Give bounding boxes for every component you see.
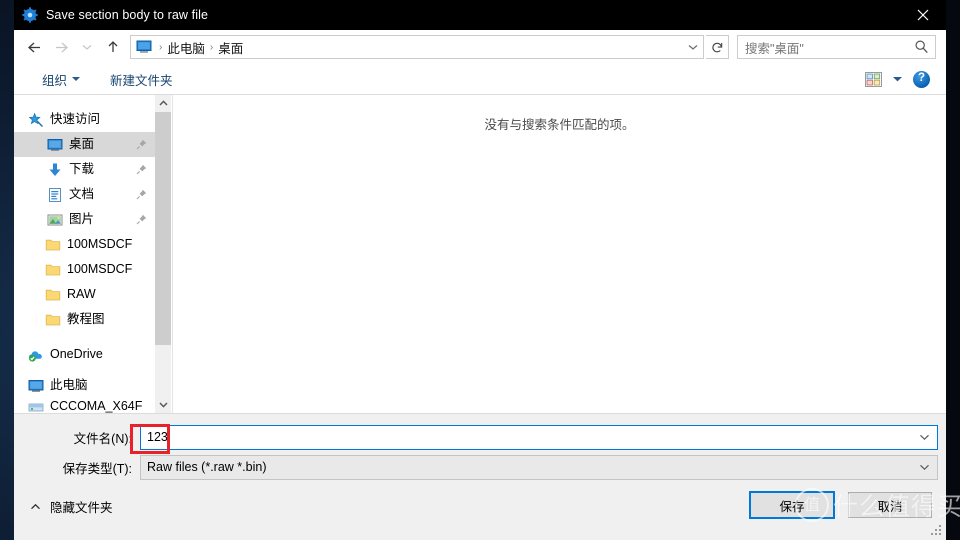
sidebar-item-folder-tutorial[interactable]: 教程图 xyxy=(14,307,155,332)
breadcrumb-item-thispc[interactable]: 此电脑 xyxy=(167,38,205,57)
sidebar-item-documents[interactable]: 文档 xyxy=(14,182,155,207)
filename-label: 文件名(N): xyxy=(73,431,132,446)
dialog-body: 快速访问 桌面 下载 文档 图片 100MSDCF 100MSDCF RAW 教… xyxy=(14,95,946,413)
save-file-dialog: Save section body to raw file › 此电脑 › 桌面… xyxy=(14,0,946,540)
sidebar-item-label: RAW xyxy=(67,287,96,302)
download-icon xyxy=(47,162,63,178)
savetype-select[interactable]: Raw files (*.raw *.bin) xyxy=(140,454,938,480)
chevron-down-icon xyxy=(72,77,81,81)
pin-icon xyxy=(136,139,147,150)
sidebar-item-downloads[interactable]: 下载 xyxy=(14,157,155,182)
sidebar-item-label: 文档 xyxy=(69,187,95,202)
sidebar-item-pictures[interactable]: 图片 xyxy=(14,207,155,232)
toolbar: 组织 新建文件夹 ? xyxy=(14,64,946,95)
view-layout-icon[interactable] xyxy=(865,71,882,87)
sidebar-item-label: 桌面 xyxy=(69,137,95,152)
title-bar: Save section body to raw file xyxy=(14,0,946,30)
breadcrumb-item-desktop[interactable]: 桌面 xyxy=(218,38,243,57)
recent-locations-button[interactable] xyxy=(74,34,100,60)
refresh-button[interactable] xyxy=(706,35,729,59)
savetype-row: 保存类型(T): Raw files (*.raw *.bin) xyxy=(14,454,946,480)
filename-input[interactable]: 123 xyxy=(140,424,938,450)
new-folder-button[interactable]: 新建文件夹 xyxy=(104,67,179,92)
sidebar-item-folder-100msdcf-1[interactable]: 100MSDCF xyxy=(14,232,155,257)
sidebar-item-label: 教程图 xyxy=(67,312,105,327)
sidebar-item-label: 100MSDCF xyxy=(67,262,133,277)
breadcrumb-separator: › xyxy=(159,41,163,53)
window-title: Save section body to raw file xyxy=(46,8,209,22)
chevron-up-icon[interactable] xyxy=(155,95,171,112)
savetype-value: Raw files (*.raw *.bin) xyxy=(147,460,267,474)
sidebar-item-label: 100MSDCF xyxy=(67,237,133,252)
resize-grip-icon[interactable] xyxy=(931,525,943,537)
folder-icon xyxy=(45,287,61,303)
hide-folders-toggle[interactable]: 隐藏文件夹 xyxy=(30,497,113,516)
view-dropdown-button[interactable] xyxy=(892,70,903,88)
folder-icon xyxy=(45,237,61,253)
sidebar-item-folder-100msdcf-2[interactable]: 100MSDCF xyxy=(14,257,155,282)
hide-folders-label: 隐藏文件夹 xyxy=(50,501,113,515)
close-button[interactable] xyxy=(900,0,946,30)
navigation-bar: › 此电脑 › 桌面 搜索"桌面" xyxy=(14,30,946,65)
search-input[interactable]: 搜索"桌面" xyxy=(737,35,936,59)
sidebar-item-quick-access[interactable]: 快速访问 xyxy=(14,107,155,132)
up-button[interactable] xyxy=(100,34,126,60)
sidebar-item-onedrive[interactable]: OneDrive xyxy=(14,342,155,367)
pin-icon xyxy=(136,164,147,175)
help-icon[interactable]: ? xyxy=(913,70,930,88)
sidebar-item-label: OneDrive xyxy=(50,347,103,362)
filename-row: 文件名(N): 123 xyxy=(14,424,946,450)
sidebar-item-drive-cccoma[interactable]: CCCOMA_X64F xyxy=(14,394,155,413)
save-button[interactable]: 保存 xyxy=(749,491,835,519)
pin-icon xyxy=(136,214,147,225)
sidebar-item-folder-raw[interactable]: RAW xyxy=(14,282,155,307)
drive-icon xyxy=(28,399,44,414)
folder-icon xyxy=(45,312,61,328)
search-placeholder: 搜索"桌面" xyxy=(745,41,804,56)
search-icon xyxy=(914,39,929,59)
sidebar-item-desktop[interactable]: 桌面 xyxy=(14,132,155,157)
dialog-footer: 隐藏文件夹 保存 取消 xyxy=(14,483,946,540)
savetype-label: 保存类型(T): xyxy=(62,461,132,476)
sidebar-scrollbar[interactable] xyxy=(155,95,172,413)
toolbar-right-group: ? xyxy=(865,70,930,88)
empty-results-message: 没有与搜索条件匹配的项。 xyxy=(484,118,635,132)
back-button[interactable] xyxy=(22,34,48,60)
forward-button[interactable] xyxy=(48,34,74,60)
sidebar-item-label: 下载 xyxy=(69,162,95,177)
chevron-down-icon[interactable] xyxy=(919,458,930,476)
folder-icon xyxy=(45,262,61,278)
document-icon xyxy=(47,187,63,203)
chevron-down-icon[interactable] xyxy=(919,428,930,446)
desktop-icon xyxy=(47,137,63,153)
sidebar-item-label: 快速访问 xyxy=(50,112,101,127)
desktop-background: Save section body to raw file › 此电脑 › 桌面… xyxy=(0,0,960,540)
scrollbar-thumb[interactable] xyxy=(155,112,171,345)
this-pc-icon xyxy=(136,40,152,54)
file-list-pane[interactable]: 没有与搜索条件匹配的项。 xyxy=(172,95,946,413)
navigation-pane: 快速访问 桌面 下载 文档 图片 100MSDCF 100MSDCF RAW 教… xyxy=(14,95,155,413)
thispc-icon xyxy=(28,378,44,394)
sidebar-item-label: CCCOMA_X64F xyxy=(50,399,143,413)
breadcrumb[interactable]: › 此电脑 › 桌面 xyxy=(130,35,704,59)
gear-icon xyxy=(22,7,38,23)
cancel-button[interactable]: 取消 xyxy=(848,492,932,518)
file-form-area: 文件名(N): 123 保存类型(T): Raw files (*.raw *.… xyxy=(14,413,946,484)
sidebar-item-label: 此电脑 xyxy=(50,378,88,393)
pictures-icon xyxy=(47,212,63,228)
new-folder-label: 新建文件夹 xyxy=(110,73,173,88)
organize-button[interactable]: 组织 xyxy=(36,67,86,92)
onedrive-icon xyxy=(28,347,44,363)
pin-icon xyxy=(136,189,147,200)
filename-value: 123 xyxy=(147,430,168,444)
sidebar-item-label: 图片 xyxy=(69,212,95,227)
star-pin-icon xyxy=(28,112,44,128)
chevron-down-icon[interactable] xyxy=(155,396,171,413)
breadcrumb-separator: › xyxy=(209,41,214,53)
chevron-up-icon xyxy=(30,500,41,514)
breadcrumb-dropdown-icon[interactable] xyxy=(687,38,699,56)
organize-label: 组织 xyxy=(42,73,68,88)
